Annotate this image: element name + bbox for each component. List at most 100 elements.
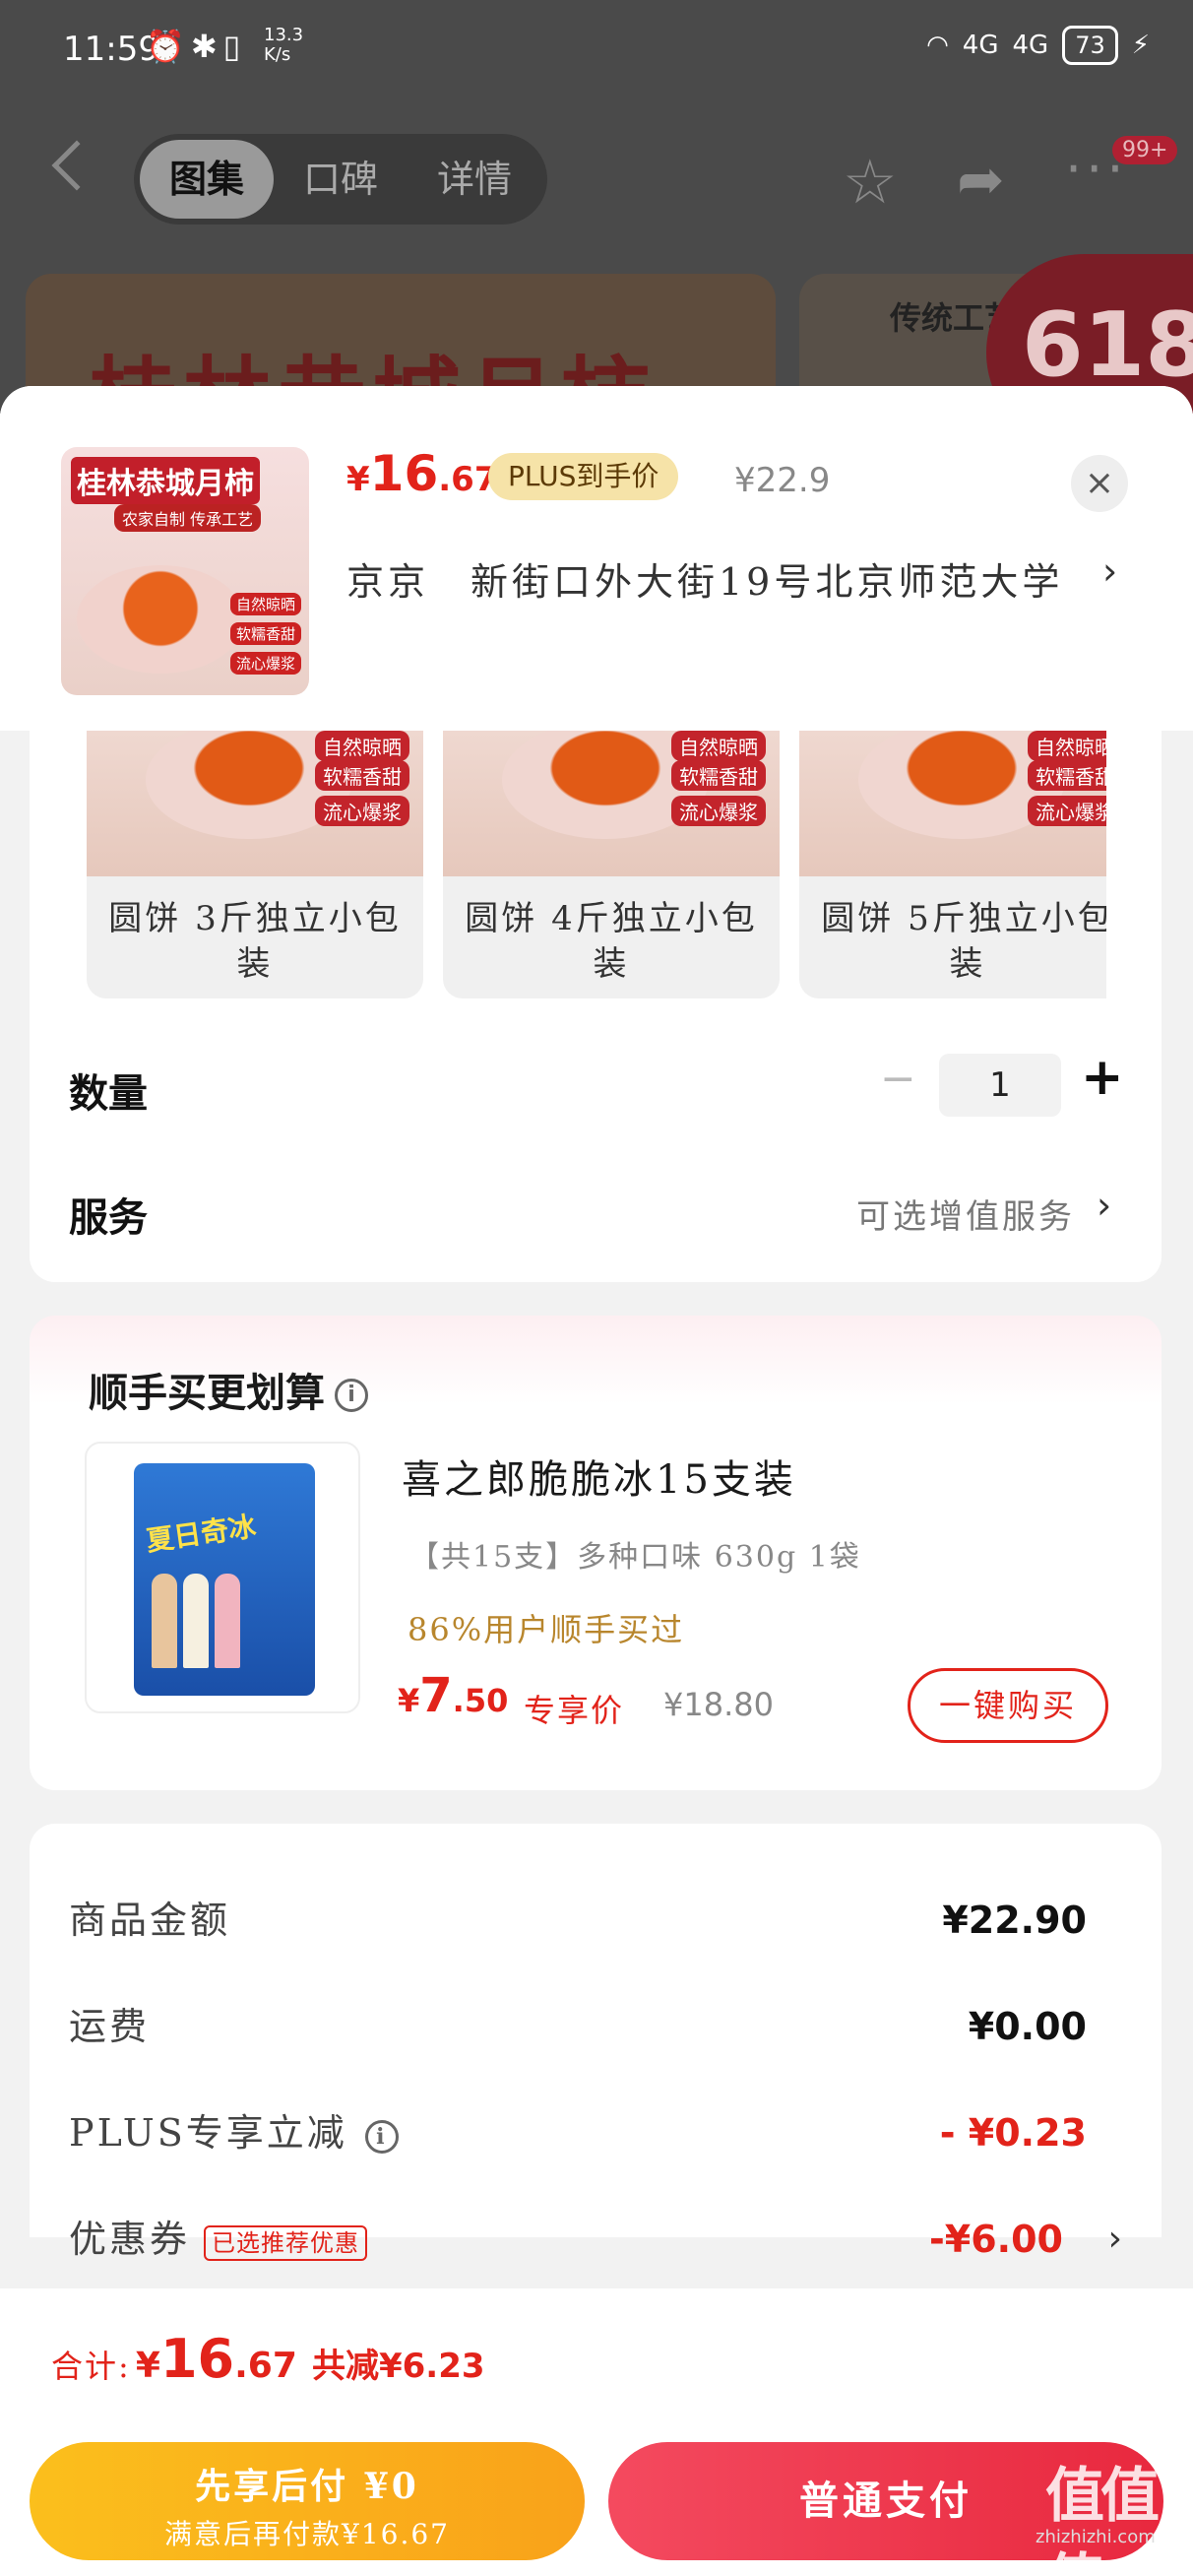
close-button[interactable]: × [1071, 455, 1128, 512]
thumb-subtitle: 农家自制 传承工艺 [114, 504, 262, 532]
spec-tag: 自然晾晒 [671, 731, 766, 761]
summary-value: - ¥0.23 [939, 2111, 1087, 2155]
speed-unit: K/s [264, 44, 291, 65]
spec-image: 自然晾晒 软糯香甜 流心爆浆 [87, 731, 423, 876]
total-symbol: ¥ [135, 2346, 160, 2386]
coupon-label: 优惠券 [69, 2218, 191, 2261]
quantity-input[interactable]: 1 [939, 1054, 1061, 1117]
summary-label-text: PLUS专享立减 [69, 2111, 347, 2155]
bundle-product-image[interactable]: 夏日奇冰 [85, 1442, 360, 1713]
spec-tag: 流心爆浆 [315, 796, 409, 826]
signal-2-label: 4G [1012, 31, 1049, 60]
coupon-value: -¥6.00 [929, 2218, 1063, 2261]
spec-tag: 流心爆浆 [1028, 796, 1106, 826]
ice-bag-title: 夏日奇冰 [144, 1510, 258, 1558]
price-symbol: ¥ [398, 1682, 420, 1719]
network-speed: 13.3 K/s [264, 26, 303, 65]
quantity-minus-button[interactable]: − [880, 1054, 916, 1104]
service-label: 服务 [69, 1195, 148, 1241]
back-arrow-icon[interactable] [51, 140, 102, 191]
bundle-name[interactable]: 喜之郎脆脆冰15支装 [402, 1448, 796, 1505]
total-decimal: .67 [234, 2346, 297, 2386]
purchase-sheet: 桂林恭城月柿 农家自制 传承工艺 自然晾晒 软糯香甜 流心爆浆 ¥16.67 P… [0, 386, 1193, 2576]
nav-tabs: 图集 口碑 详情 [134, 134, 547, 225]
pay-later-label: 先享后付 ¥0 [195, 2466, 419, 2507]
ice-bag-image: 夏日奇冰 [134, 1463, 315, 1696]
summary-label: PLUS专享立减 i [69, 2103, 399, 2162]
favorite-star-icon[interactable]: ☆ [843, 146, 898, 218]
notification-badge: 99+ [1112, 136, 1178, 164]
background-page: 11:59 ⏰✱▯ 13.3 K/s ◠ 4G 4G 73 ⚡ 图集 口碑 详情… [0, 0, 1193, 414]
spec-image: 自然晾晒 软糯香甜 流心爆浆 [443, 731, 780, 876]
chevron-right-icon[interactable]: › [1102, 549, 1117, 593]
signal-1-label: 4G [962, 31, 999, 60]
product-thumbnail[interactable]: 桂林恭城月柿 农家自制 传承工艺 自然晾晒 软糯香甜 流心爆浆 [61, 447, 309, 695]
pay-later-button[interactable]: 先享后付 ¥0 满意后再付款¥16.67 [30, 2442, 585, 2560]
chevron-right-icon[interactable]: › [1108, 2210, 1122, 2269]
total-saved: 共减¥6.23 [311, 2347, 485, 2386]
summary-label: 商品金额 [69, 1899, 231, 1942]
delivery-address[interactable]: 京京 新街口外大街19号北京师范大学 [346, 551, 1063, 606]
summary-value: ¥0.00 [968, 2005, 1087, 2048]
sheet-header: 桂林恭城月柿 农家自制 传承工艺 自然晾晒 软糯香甜 流心爆浆 ¥16.67 P… [0, 386, 1193, 731]
spec-option[interactable]: 自然晾晒 软糯香甜 流心爆浆 圆饼 4斤独立小包装 [443, 731, 780, 998]
service-value[interactable]: 可选增值服务 [856, 1190, 1075, 1238]
summary-row: PLUS专享立减 i - ¥0.23 [69, 2103, 1112, 2162]
thumb-title: 桂林恭城月柿 [71, 457, 260, 504]
price-integer: 7 [419, 1668, 453, 1723]
summary-value: ¥22.90 [942, 1899, 1087, 1942]
spec-tag: 软糯香甜 [1028, 760, 1106, 791]
spec-option[interactable]: 自然晾晒 软糯香甜 流心爆浆 圆饼 5斤独立小包装 [799, 731, 1106, 998]
summary-label: 运费 [69, 2005, 151, 2048]
thumb-tag: 自然晾晒 [229, 593, 301, 615]
price-integer: 16 [369, 445, 439, 502]
quantity-plus-button[interactable]: + [1081, 1048, 1124, 1107]
total-integer: 16 [159, 2328, 235, 2390]
summary-label: 优惠券 已选推荐优惠 [69, 2210, 368, 2269]
bundle-spec: 【共15支】多种口味 630g 1袋 [409, 1540, 861, 1575]
wifi-icon: ◠ [926, 31, 949, 60]
thumb-tag: 流心爆浆 [229, 652, 301, 675]
thumb-tag: 软糯香甜 [229, 622, 301, 645]
quantity-label: 数量 [69, 1071, 148, 1117]
price-symbol: ¥ [346, 460, 370, 499]
tab-details[interactable]: 详情 [408, 140, 541, 219]
tab-gallery[interactable]: 图集 [140, 140, 274, 219]
total-label: 合计: [51, 2348, 131, 2385]
spec-label: 圆饼 4斤独立小包装 [465, 899, 758, 984]
status-icons: ⏰✱▯ [146, 28, 247, 65]
status-right: ◠ 4G 4G 73 ⚡ [926, 26, 1150, 65]
bundle-card: 顺手买更划算 i 夏日奇冰 喜之郎脆脆冰15支装 【共15支】多种口味 630g … [30, 1316, 1162, 1790]
spec-tag: 软糯香甜 [671, 760, 766, 791]
tab-reviews[interactable]: 口碑 [274, 140, 408, 219]
spec-option[interactable]: 自然晾晒 软糯香甜 流心爆浆 圆饼 3斤独立小包装 [87, 731, 423, 998]
chevron-right-icon[interactable]: › [1097, 1184, 1111, 1227]
spec-image: 自然晾晒 软糯香甜 流心爆浆 [799, 731, 1106, 876]
coupon-row[interactable]: 优惠券 已选推荐优惠 -¥6.00 › [69, 2210, 1122, 2269]
price-summary: 商品金额 ¥22.90 运费 ¥0.00 PLUS专享立减 i - ¥0.23 [30, 1824, 1162, 2237]
ice-bar-image [152, 1574, 177, 1668]
info-icon[interactable]: i [335, 1379, 368, 1412]
pay-later-sublabel: 满意后再付款¥16.67 [164, 2518, 450, 2550]
bundle-title: 顺手买更划算 i [89, 1361, 368, 1418]
price-decimal: .50 [452, 1682, 509, 1719]
spec-tag: 软糯香甜 [315, 760, 409, 791]
speed-value: 13.3 [264, 25, 304, 45]
status-bar: 11:59 ⏰✱▯ 13.3 K/s ◠ 4G 4G 73 ⚡ [0, 0, 1193, 98]
one-click-buy-button[interactable]: 一键购买 [908, 1668, 1108, 1743]
spec-tag: 流心爆浆 [671, 796, 766, 826]
bundle-price: ¥7.50 [398, 1668, 508, 1723]
share-icon[interactable]: ➦ [957, 146, 1005, 213]
spec-label: 圆饼 5斤独立小包装 [821, 899, 1106, 984]
plus-price-tag: PLUS到手价 [488, 453, 679, 500]
watermark-url: zhizhizhi.com [1036, 2527, 1156, 2547]
coupon-tag: 已选推荐优惠 [204, 2224, 368, 2261]
spec-tag: 自然晾晒 [315, 731, 409, 761]
charging-icon: ⚡ [1131, 31, 1150, 60]
summary-row: 商品金额 ¥22.90 [69, 1891, 1112, 1950]
info-icon[interactable]: i [364, 2119, 399, 2154]
battery-icon: 73 [1062, 26, 1118, 65]
exclusive-price-label: 专享价 [524, 1692, 625, 1729]
bundle-title-text: 顺手买更划算 [89, 1371, 325, 1416]
ice-bar-image [183, 1574, 209, 1668]
